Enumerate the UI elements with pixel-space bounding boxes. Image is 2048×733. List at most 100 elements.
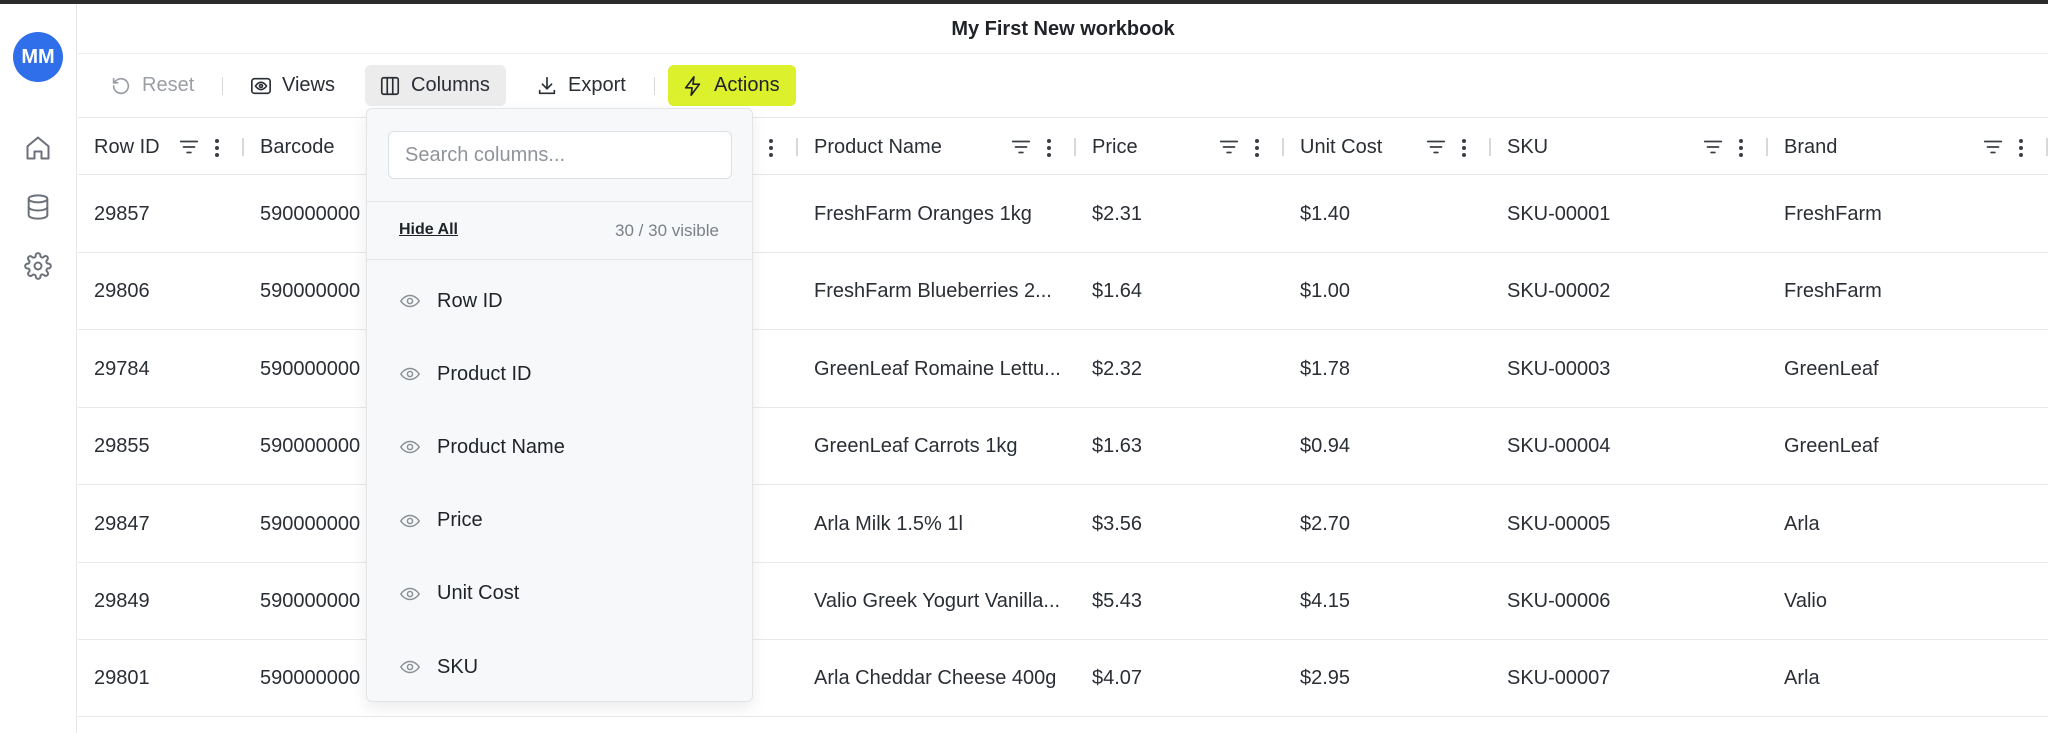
reset-button[interactable]: Reset — [96, 65, 210, 106]
table-cell[interactable]: 29806 — [78, 253, 244, 330]
eye-icon[interactable] — [399, 363, 421, 385]
table-cell[interactable]: FreshFarm — [1768, 176, 2048, 253]
hide-all-link[interactable]: Hide All — [399, 221, 458, 239]
eye-icon[interactable] — [399, 510, 421, 532]
table-cell[interactable]: $3.56 — [1076, 486, 1284, 563]
table-cell[interactable]: SKU-00007 — [1491, 640, 1768, 717]
table-cell[interactable]: 29855 — [78, 408, 244, 485]
actions-button[interactable]: Actions — [668, 65, 796, 106]
dropdown-divider — [367, 259, 752, 260]
download-icon — [538, 76, 556, 94]
search-columns-input[interactable] — [388, 131, 732, 179]
table-cell[interactable]: $1.78 — [1284, 331, 1491, 408]
columns-icon — [380, 76, 400, 95]
table-cell[interactable]: $1.63 — [1076, 408, 1284, 485]
column-header-label: Product Name — [814, 135, 942, 158]
column-header[interactable]: Brand — [1768, 119, 2048, 175]
column-header[interactable]: Row ID — [78, 119, 244, 175]
table-cell[interactable]: SKU-00003 — [1491, 331, 1768, 408]
table-cell[interactable]: Arla Milk 1.5% 1l — [798, 486, 1076, 563]
table-cell[interactable]: SKU-00006 — [1491, 563, 1768, 640]
eye-icon[interactable] — [399, 656, 421, 678]
filter-icon[interactable] — [1702, 136, 1724, 158]
column-visibility-item[interactable]: SKU — [367, 639, 752, 695]
table-cell[interactable]: 29857 — [78, 176, 244, 253]
table-cell[interactable]: SKU-00002 — [1491, 253, 1768, 330]
table-cell[interactable]: GreenLeaf Carrots 1kg — [798, 408, 1076, 485]
filter-icon[interactable] — [1982, 136, 2004, 158]
column-menu-icon[interactable] — [1457, 136, 1471, 158]
column-visibility-label: Price — [437, 509, 483, 532]
column-visibility-item[interactable]: Row ID — [367, 273, 752, 329]
table-cell[interactable]: $1.00 — [1284, 253, 1491, 330]
table-cell[interactable]: $0.94 — [1284, 408, 1491, 485]
table-cell[interactable]: $4.15 — [1284, 563, 1491, 640]
table-cell[interactable]: 29849 — [78, 563, 244, 640]
filter-icon[interactable] — [1425, 136, 1447, 158]
column-header[interactable]: Unit Cost — [1284, 119, 1491, 175]
column-visibility-label: Unit Cost — [437, 582, 520, 605]
table-cell[interactable]: GreenLeaf — [1768, 331, 2048, 408]
table-cell[interactable]: FreshFarm Oranges 1kg — [798, 176, 1076, 253]
columns-button[interactable]: Columns — [365, 65, 506, 106]
toolbar-divider — [222, 77, 223, 95]
home-icon[interactable] — [24, 134, 52, 162]
column-visibility-label: SKU — [437, 655, 479, 678]
toolbar-divider — [654, 77, 655, 95]
table-cell[interactable]: $2.95 — [1284, 640, 1491, 717]
eye-icon[interactable] — [399, 583, 421, 605]
table-cell[interactable]: Arla Cheddar Cheese 400g — [798, 640, 1076, 717]
table-cell[interactable]: SKU-00001 — [1491, 176, 1768, 253]
column-menu-icon[interactable] — [2014, 136, 2028, 158]
table-cell[interactable]: $1.40 — [1284, 176, 1491, 253]
table-cell[interactable]: SKU-00005 — [1491, 486, 1768, 563]
filter-icon[interactable] — [178, 136, 200, 158]
column-menu-icon[interactable] — [1042, 136, 1056, 158]
table-cell[interactable]: $5.43 — [1076, 563, 1284, 640]
table-cell[interactable]: $1.64 — [1076, 253, 1284, 330]
reset-label: Reset — [142, 74, 195, 96]
table-cell[interactable]: $4.07 — [1076, 640, 1284, 717]
table-cell[interactable]: GreenLeaf Romaine Lettu... — [798, 331, 1076, 408]
views-button[interactable]: Views — [236, 65, 351, 106]
eye-icon[interactable] — [399, 290, 421, 312]
column-menu-icon[interactable] — [1734, 136, 1748, 158]
table-cell[interactable]: Valio — [1768, 563, 2048, 640]
column-menu-icon[interactable] — [764, 136, 778, 158]
table-cell[interactable]: GreenLeaf — [1768, 408, 2048, 485]
column-header[interactable]: Product Name — [798, 119, 1076, 175]
eye-icon[interactable] — [399, 436, 421, 458]
database-icon[interactable] — [24, 193, 52, 221]
table-cell[interactable]: FreshFarm — [1768, 253, 2048, 330]
column-menu-icon[interactable] — [210, 136, 224, 158]
filter-icon[interactable] — [1218, 136, 1240, 158]
column-header[interactable]: Price — [1076, 119, 1284, 175]
table-cell[interactable]: $2.32 — [1076, 331, 1284, 408]
table-cell[interactable]: Valio Greek Yogurt Vanilla... — [798, 563, 1076, 640]
column-visibility-item[interactable]: Price — [367, 493, 752, 549]
filter-icon[interactable] — [1010, 136, 1032, 158]
gear-icon[interactable] — [24, 252, 52, 280]
table-cell[interactable]: SKU-00004 — [1491, 408, 1768, 485]
table-cell[interactable]: $2.31 — [1076, 176, 1284, 253]
table-cell[interactable]: 29784 — [78, 331, 244, 408]
column-header-label: Brand — [1784, 135, 1838, 158]
column-header-label: Row ID — [94, 135, 160, 158]
table-cell[interactable]: $2.70 — [1284, 486, 1491, 563]
table-cell[interactable]: 29847 — [78, 486, 244, 563]
column-visibility-item[interactable]: Unit Cost — [367, 566, 752, 622]
avatar[interactable]: MM — [13, 32, 63, 82]
table-cell[interactable]: Arla — [1768, 640, 2048, 717]
table-cell[interactable]: FreshFarm Blueberries 2... — [798, 253, 1076, 330]
table-cell[interactable]: 29801 — [78, 640, 244, 717]
column-visibility-label: Product ID — [437, 362, 532, 385]
column-visibility-label: Row ID — [437, 289, 503, 312]
table-cell[interactable]: Arla — [1768, 486, 2048, 563]
column-header[interactable]: SKU — [1491, 119, 1768, 175]
column-menu-icon[interactable] — [1250, 136, 1264, 158]
export-button[interactable]: Export — [522, 65, 642, 106]
column-visibility-item[interactable]: Product Name — [367, 419, 752, 475]
columns-dropdown: Hide All 30 / 30 visible Row ID Product I… — [366, 108, 753, 702]
visible-count: 30 / 30 visible — [615, 221, 719, 240]
column-visibility-item[interactable]: Product ID — [367, 346, 752, 402]
